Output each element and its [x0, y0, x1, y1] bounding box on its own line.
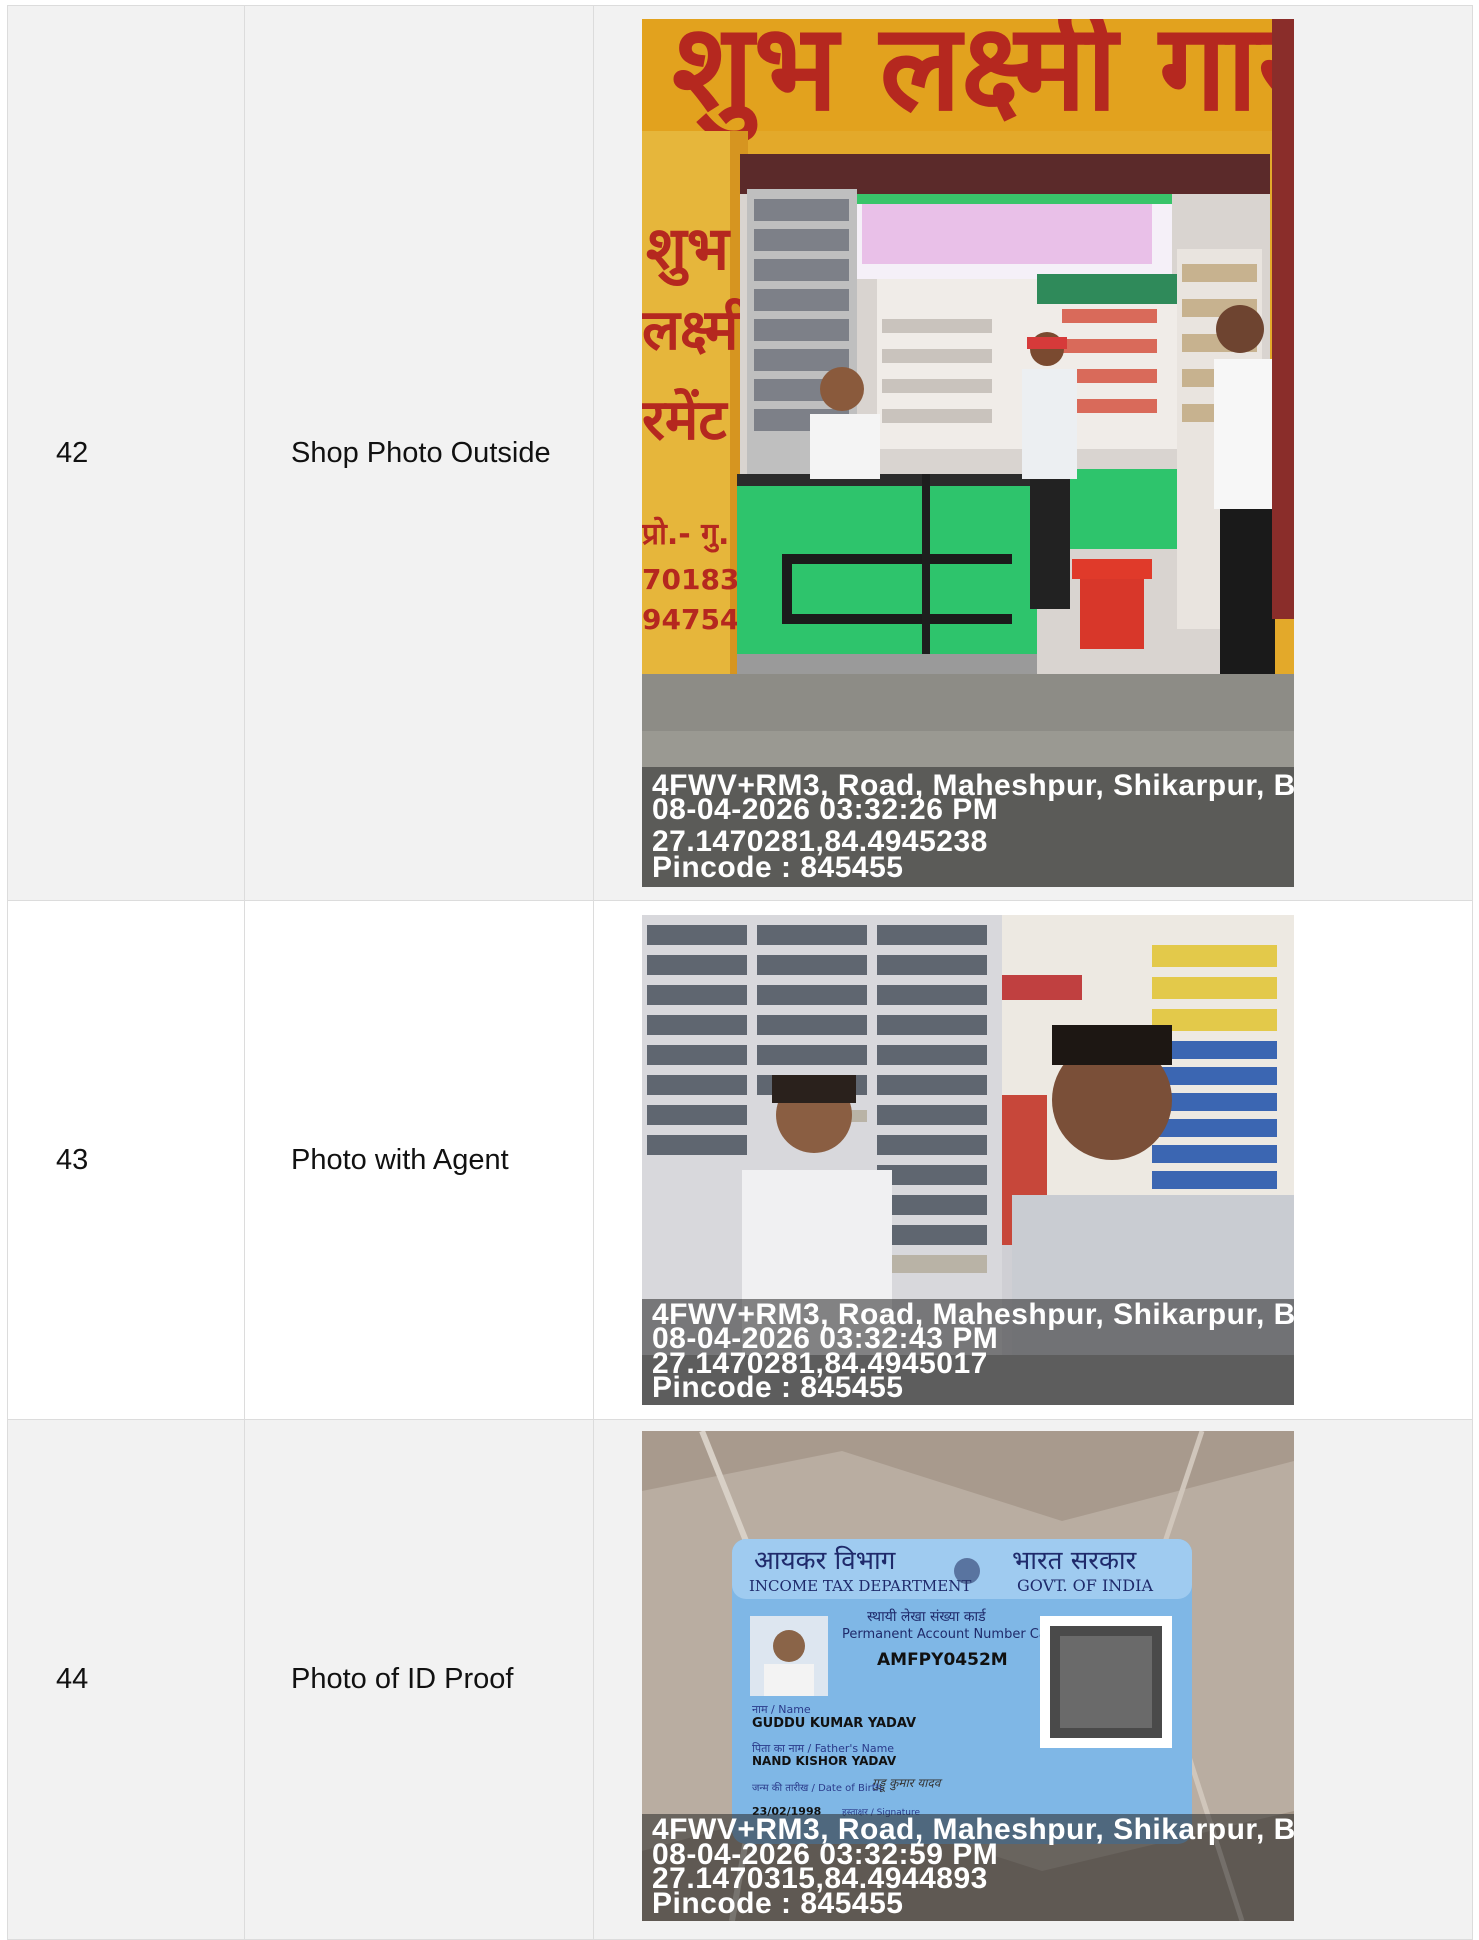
card-name-label: नाम / Name [752, 1703, 811, 1716]
id-proof-photo[interactable]: आयकर विभाग INCOME TAX DEPARTMENT भारत सर… [642, 1430, 1294, 1921]
card-pan: AMFPY0452M [877, 1650, 1008, 1670]
card-dob-label: जन्म की तारीख / Date of Birth [752, 1782, 882, 1794]
row-label-cell: Photo of ID Proof [244, 1419, 594, 1940]
svg-text:रमेंट: रमेंट [642, 387, 728, 453]
signboard-title: शुभ लक्ष्मी गारमेंट [672, 19, 1294, 144]
row-label: Photo of ID Proof [291, 1663, 514, 1696]
row-number-cell: 44 [7, 1419, 245, 1940]
shop-photo[interactable]: शुभ लक्ष्मी गारमेंट शुभ लक्ष्मी रमेंट प्… [642, 19, 1294, 887]
geo-pincode: Pincode : 845455 [652, 1371, 904, 1405]
row-label-cell: Photo with Agent [244, 900, 594, 1420]
row-number: 42 [56, 436, 89, 469]
agent-photo[interactable]: 4FWV+RM3, Road, Maheshpur, Shikarpur, Bi… [642, 915, 1294, 1405]
card-type-en: Permanent Account Number Card [842, 1627, 1060, 1642]
row-number: 44 [56, 1663, 89, 1696]
card-govt-hi: भारत सरकार [1012, 1546, 1138, 1576]
card-dept-hi: आयकर विभाग [754, 1545, 896, 1576]
verification-table: 42 Shop Photo Outside शुभ लक्ष्मी गारमें… [7, 5, 1473, 1940]
table-row: 44 Photo of ID Proof आयकर विभाग INCOME T… [7, 1419, 1473, 1940]
photo-cell: शुभ लक्ष्मी गारमेंट शुभ लक्ष्मी रमेंट प्… [593, 5, 1473, 901]
storefront-image: शुभ लक्ष्मी गारमेंट शुभ लक्ष्मी रमेंट प्… [642, 19, 1294, 887]
card-name: GUDDU KUMAR YADAV [752, 1716, 916, 1731]
row-number: 43 [56, 1143, 89, 1176]
row-label-cell: Shop Photo Outside [244, 5, 594, 901]
geo-pincode: Pincode : 845455 [652, 1886, 904, 1920]
geo-tag-overlay: 4FWV+RM3, Road, Maheshpur, Shikarpur, Bi… [642, 1298, 1294, 1405]
row-number-cell: 42 [7, 5, 245, 901]
svg-text:शुभ: शुभ [646, 214, 731, 287]
photo-cell: 4FWV+RM3, Road, Maheshpur, Shikarpur, Bi… [593, 900, 1473, 1420]
card-type-hi: स्थायी लेखा संख्या कार्ड [867, 1608, 987, 1625]
card-govt-en: GOVT. OF INDIA [1017, 1576, 1153, 1595]
row-number-cell: 43 [7, 900, 245, 1420]
table-row: 43 Photo with Agent 4FWV+RM3, Road, Mahe… [7, 900, 1473, 1420]
card-dept-en: INCOME TAX DEPARTMENT [749, 1577, 971, 1595]
geo-tag-overlay: 4FWV+RM3, Road, Maheshpur, Shikarpur, Bi… [642, 767, 1294, 887]
card-father: NAND KISHOR YADAV [752, 1754, 897, 1768]
row-label: Shop Photo Outside [291, 436, 551, 469]
table-row: 42 Shop Photo Outside शुभ लक्ष्मी गारमें… [7, 5, 1473, 901]
row-label: Photo with Agent [291, 1143, 509, 1176]
photo-cell: आयकर विभाग INCOME TAX DEPARTMENT भारत सर… [593, 1419, 1473, 1940]
svg-text:लक्ष्मी: लक्ष्मी [642, 297, 755, 363]
card-signature: गुड्डू कुमार यादव [872, 1776, 943, 1792]
geo-tag-overlay: 4FWV+RM3, Road, Maheshpur, Shikarpur, Bi… [642, 1814, 1294, 1921]
svg-text:94754: 94754 [642, 603, 739, 636]
